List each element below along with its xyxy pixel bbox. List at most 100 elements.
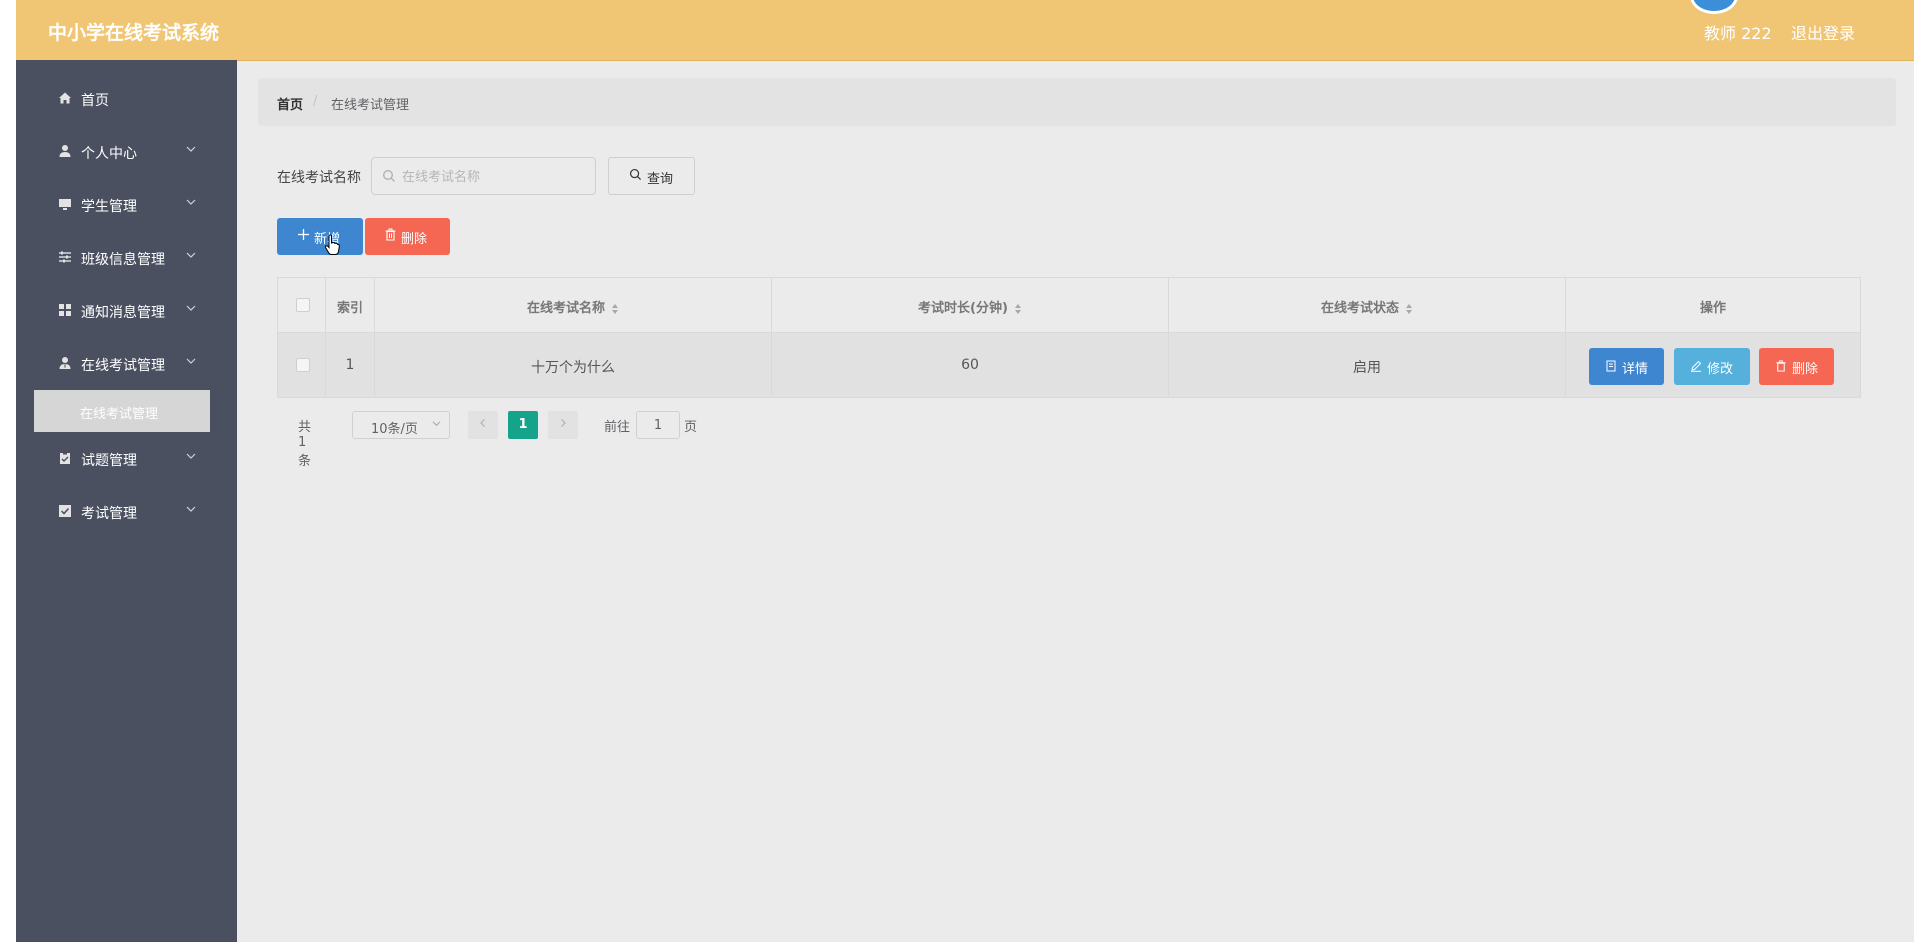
header-cell: 操作 (1566, 278, 1860, 332)
app-title: 中小学在线考试系统 (48, 22, 220, 44)
trash-icon (1775, 360, 1787, 372)
row-exam-name: 十万个为什么 (531, 360, 615, 376)
search-label: 在线考试名称 (277, 170, 361, 186)
user-tie-icon (58, 356, 72, 370)
row-status: 启用 (1353, 360, 1381, 376)
user-label: 教师 222 (1704, 24, 1772, 43)
sidebar-item-label: 试题管理 (81, 453, 137, 469)
row-checkbox[interactable] (296, 358, 310, 372)
header-cell[interactable]: 考试时长(分钟) (772, 278, 1169, 332)
column-header-status: 在线考试状态 (1169, 297, 1565, 316)
pagination-total: 共 1 条 (298, 420, 312, 469)
clipboard-icon (58, 451, 72, 465)
next-page-button[interactable] (548, 411, 578, 439)
sidebar-item-question-management[interactable]: 试题管理 (16, 439, 237, 479)
sort-icon[interactable] (1405, 303, 1413, 315)
add-button[interactable]: 新增 (277, 218, 363, 255)
sidebar-item-label: 首页 (81, 93, 109, 109)
sidebar-item-label: 在线考试管理 (81, 358, 165, 374)
goto-label: 前往 (604, 420, 631, 435)
delete-button-label: 删除 (401, 232, 428, 247)
column-header-index: 索引 (336, 301, 363, 316)
table-header: 索引 在线考试名称 考试时长(分钟) 在线考试状态 操作 (278, 278, 1860, 333)
search-field[interactable] (371, 157, 596, 195)
chevron-up-icon (186, 355, 196, 369)
column-header-duration: 考试时长(分钟) (772, 297, 1168, 316)
table-row: 1 十万个为什么 60 启用 详情 修改 删除 (278, 333, 1860, 397)
edit-icon (1690, 360, 1702, 372)
sidebar-item-online-exam[interactable]: 在线考试管理 (16, 344, 237, 384)
sort-icon[interactable] (1014, 303, 1022, 315)
avatar[interactable] (1690, 0, 1738, 14)
sidebar-item-home[interactable]: 首页 (16, 79, 237, 119)
sidebar-item-label: 个人中心 (81, 146, 137, 162)
table-cell: 60 (772, 333, 1169, 397)
search-icon (382, 168, 396, 182)
app-window: 中小学在线考试系统 教师 222 退出登录 首页 个人中心 学生管理 班级信息管… (16, 0, 1914, 942)
query-button-label: 查询 (647, 172, 674, 187)
chevron-left-icon (480, 419, 485, 427)
sidebar-item-personal-center[interactable]: 个人中心 (16, 132, 237, 172)
page-size-select[interactable]: 10条/页 (352, 411, 450, 439)
row-duration: 60 (961, 357, 979, 373)
chevron-down-icon (186, 450, 196, 464)
grid-icon (58, 303, 72, 317)
header-cell[interactable]: 在线考试状态 (1169, 278, 1566, 332)
sidebar-item-label: 学生管理 (81, 199, 137, 215)
edit-button[interactable]: 修改 (1674, 348, 1750, 385)
top-header: 中小学在线考试系统 教师 222 退出登录 (16, 0, 1914, 61)
user-icon (58, 144, 72, 158)
monitor-icon (58, 197, 72, 211)
sidebar-subitem-online-exam-management[interactable]: 在线考试管理 (34, 390, 210, 432)
sliders-icon (58, 250, 72, 264)
sidebar-item-notifications[interactable]: 通知消息管理 (16, 291, 237, 331)
column-header-actions: 操作 (1699, 301, 1726, 316)
column-header-label: 考试时长(分钟) (918, 301, 1008, 316)
header-cell: 索引 (326, 278, 375, 332)
sidebar-item-class-info[interactable]: 班级信息管理 (16, 238, 237, 278)
chevron-down-icon (186, 249, 196, 263)
page-unit-label: 页 (684, 420, 698, 435)
select-all-checkbox[interactable] (296, 298, 310, 312)
breadcrumb-home[interactable]: 首页 (277, 94, 303, 113)
page-number-current[interactable]: 1 (508, 411, 538, 439)
home-icon (58, 91, 72, 105)
table-cell-actions: 详情 修改 删除 (1566, 333, 1860, 397)
prev-page-button[interactable] (468, 411, 498, 439)
sidebar-subitem-label: 在线考试管理 (80, 407, 159, 422)
sidebar-item-student-management[interactable]: 学生管理 (16, 185, 237, 225)
browser-frame: 中小学在线考试系统 教师 222 退出登录 首页 个人中心 学生管理 班级信息管… (0, 0, 1914, 942)
plus-icon (297, 228, 310, 241)
page-size-value: 10条/页 (371, 422, 418, 437)
query-button[interactable]: 查询 (608, 157, 695, 195)
search-input[interactable] (400, 166, 589, 188)
breadcrumb-separator: / (313, 94, 318, 109)
sidebar-item-exam-management[interactable]: 考试管理 (16, 492, 237, 532)
header-select-cell (278, 278, 326, 332)
header-cell[interactable]: 在线考试名称 (375, 278, 772, 332)
breadcrumb-current: 在线考试管理 (331, 98, 410, 113)
delete-button[interactable]: 删除 (365, 218, 450, 255)
row-delete-button-label: 删除 (1792, 362, 1819, 377)
sort-icon[interactable] (611, 303, 619, 315)
table-cell: 启用 (1169, 333, 1566, 397)
chevron-down-icon (186, 503, 196, 517)
hand-cursor-icon (324, 234, 340, 256)
row-select-cell (278, 333, 326, 397)
document-icon (1605, 360, 1617, 372)
goto-page-input[interactable] (636, 411, 680, 439)
sidebar-item-label: 班级信息管理 (81, 252, 165, 268)
chevron-right-icon (561, 419, 566, 427)
row-delete-button[interactable]: 删除 (1759, 348, 1834, 385)
logout-link[interactable]: 退出登录 (1791, 20, 1855, 44)
breadcrumb: 首页 / 在线考试管理 (258, 78, 1896, 126)
chevron-down-icon (186, 143, 196, 157)
sidebar-item-label: 考试管理 (81, 506, 137, 522)
edit-button-label: 修改 (1707, 362, 1734, 377)
exam-table: 索引 在线考试名称 考试时长(分钟) 在线考试状态 操作 1 十万个为什么 60… (277, 277, 1861, 398)
chevron-down-icon (186, 196, 196, 210)
checkbox-icon (58, 504, 72, 518)
detail-button[interactable]: 详情 (1589, 348, 1664, 385)
trash-icon (384, 228, 397, 241)
search-icon (629, 168, 642, 181)
